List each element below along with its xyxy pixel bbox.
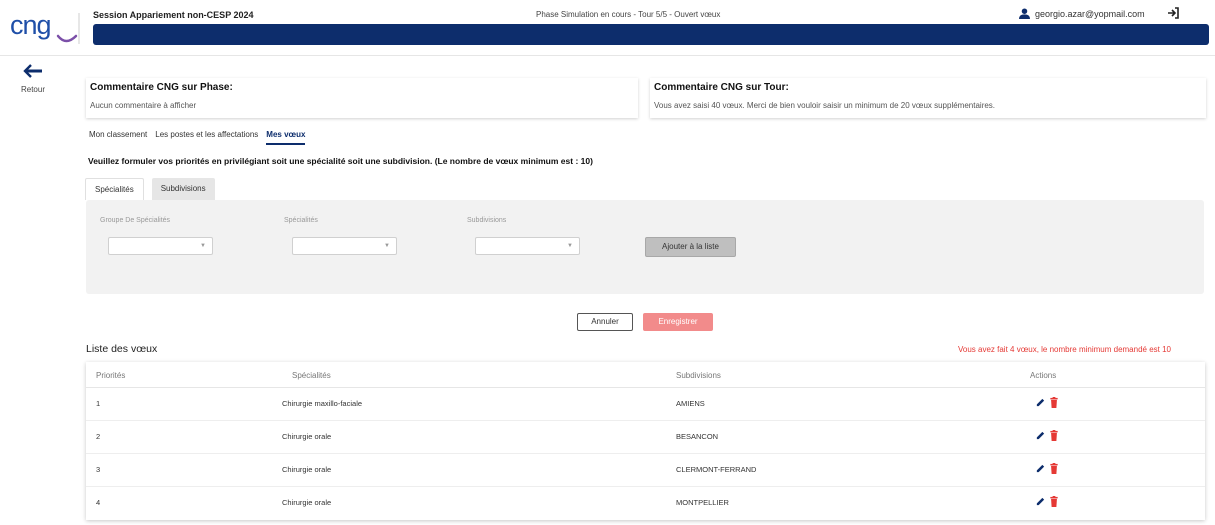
col-specialites: Spécialités	[292, 371, 331, 380]
row-actions	[1035, 463, 1059, 474]
user-account[interactable]: georgio.azar@yopmail.com	[1019, 8, 1145, 19]
tour-comment-card: Commentaire CNG sur Tour: Vous avez sais…	[650, 78, 1206, 118]
row-subdivision: BESANCON	[676, 432, 719, 441]
specialites-select[interactable]: ▼	[292, 237, 397, 255]
subdivisions-label: Subdivisions	[467, 217, 507, 224]
svg-text:cng: cng	[10, 10, 51, 40]
trash-icon[interactable]	[1049, 430, 1059, 441]
row-subdivision: CLERMONT-FERRAND	[676, 465, 757, 474]
caret-down-icon: ▼	[567, 243, 573, 249]
back-label: Retour	[20, 85, 45, 94]
pencil-icon[interactable]	[1035, 430, 1046, 441]
phase-comment-card: Commentaire CNG sur Phase: Aucun comment…	[86, 78, 638, 118]
pencil-icon[interactable]	[1035, 496, 1046, 507]
tour-comment-title: Commentaire CNG sur Tour:	[654, 82, 789, 93]
main-tabs: Mon classement Les postes et les affecta…	[89, 130, 306, 145]
subtab-subdivisions[interactable]: Subdivisions	[151, 178, 215, 200]
row-actions	[1035, 496, 1059, 507]
specialites-label: Spécialités	[284, 217, 318, 224]
logout-button[interactable]	[1167, 7, 1179, 22]
app-header: cng Session Appariement non-CESP 2024 Ph…	[0, 0, 1215, 56]
table-row: 1 Chirurgie maxillo-faciale AMIENS	[86, 388, 1205, 421]
row-priority: 2	[96, 432, 101, 441]
col-subdivisions: Subdivisions	[676, 371, 721, 380]
pencil-icon[interactable]	[1035, 463, 1046, 474]
row-actions	[1035, 397, 1059, 408]
table-row: 4 Chirurgie orale MONTPELLIER	[86, 487, 1205, 520]
col-priorites: Priorités	[96, 371, 126, 380]
trash-icon[interactable]	[1049, 463, 1059, 474]
session-title: Session Appariement non-CESP 2024	[93, 10, 254, 20]
header-banner	[93, 24, 1209, 45]
row-subdivision: MONTPELLIER	[676, 498, 729, 507]
minimum-warning: Vous avez fait 4 vœux, le nombre minimum…	[958, 345, 1171, 354]
table-row: 3 Chirurgie orale CLERMONT-FERRAND	[86, 454, 1205, 487]
phase-comment-title: Commentaire CNG sur Phase:	[90, 82, 233, 93]
row-priority: 1	[96, 399, 101, 408]
table-row: 2 Chirurgie orale BESANCON	[86, 421, 1205, 454]
back-button[interactable]: Retour	[16, 64, 50, 94]
tab-mes-voeux[interactable]: Mes vœux	[266, 130, 306, 145]
logout-icon	[1168, 7, 1179, 19]
user-email: georgio.azar@yopmail.com	[1035, 8, 1145, 19]
row-actions	[1035, 430, 1059, 441]
table-header: Priorités Spécialités Subdivisions Actio…	[86, 362, 1205, 388]
col-actions: Actions	[1030, 371, 1057, 380]
instruction-text: Veuillez formuler vos priorités en privi…	[88, 156, 593, 166]
wishes-table: Priorités Spécialités Subdivisions Actio…	[86, 362, 1205, 520]
filter-panel: Groupe De Spécialités ▼ Spécialités ▼ Su…	[86, 200, 1204, 294]
add-to-list-button[interactable]: Ajouter à la liste	[645, 237, 736, 257]
save-button[interactable]: Enregistrer	[643, 313, 713, 331]
row-priority: 3	[96, 465, 101, 474]
subtab-specialites[interactable]: Spécialités	[85, 178, 144, 200]
filter-subtabs: Spécialités Subdivisions	[85, 178, 215, 200]
user-icon	[1019, 8, 1030, 19]
cancel-button[interactable]: Annuler	[577, 313, 633, 331]
groupe-specialites-select[interactable]: ▼	[108, 237, 213, 255]
pencil-icon[interactable]	[1035, 397, 1046, 408]
row-priority: 4	[96, 498, 101, 507]
row-specialite: Chirurgie orale	[282, 465, 332, 474]
phase-comment-text: Aucun commentaire à afficher	[90, 101, 197, 110]
groupe-specialites-label: Groupe De Spécialités	[100, 217, 171, 224]
trash-icon[interactable]	[1049, 496, 1059, 507]
tab-mon-classement[interactable]: Mon classement	[89, 130, 147, 145]
row-specialite: Chirurgie orale	[282, 498, 332, 507]
trash-icon[interactable]	[1049, 397, 1059, 408]
caret-down-icon: ▼	[384, 243, 390, 249]
arrow-left-icon	[23, 64, 42, 78]
tab-postes-affectations[interactable]: Les postes et les affectations	[155, 130, 258, 145]
cng-logo[interactable]: cng	[10, 8, 80, 50]
subdivisions-select[interactable]: ▼	[475, 237, 580, 255]
caret-down-icon: ▼	[200, 243, 206, 249]
row-specialite: Chirurgie maxillo-faciale	[282, 399, 363, 408]
wishes-list-title: Liste des vœux	[86, 343, 158, 355]
phase-status: Phase Simulation en cours - Tour 5/5 - O…	[536, 10, 721, 19]
tour-comment-text: Vous avez saisi 40 vœux. Merci de bien v…	[654, 101, 996, 110]
row-specialite: Chirurgie orale	[282, 432, 332, 441]
row-subdivision: AMIENS	[676, 399, 705, 408]
